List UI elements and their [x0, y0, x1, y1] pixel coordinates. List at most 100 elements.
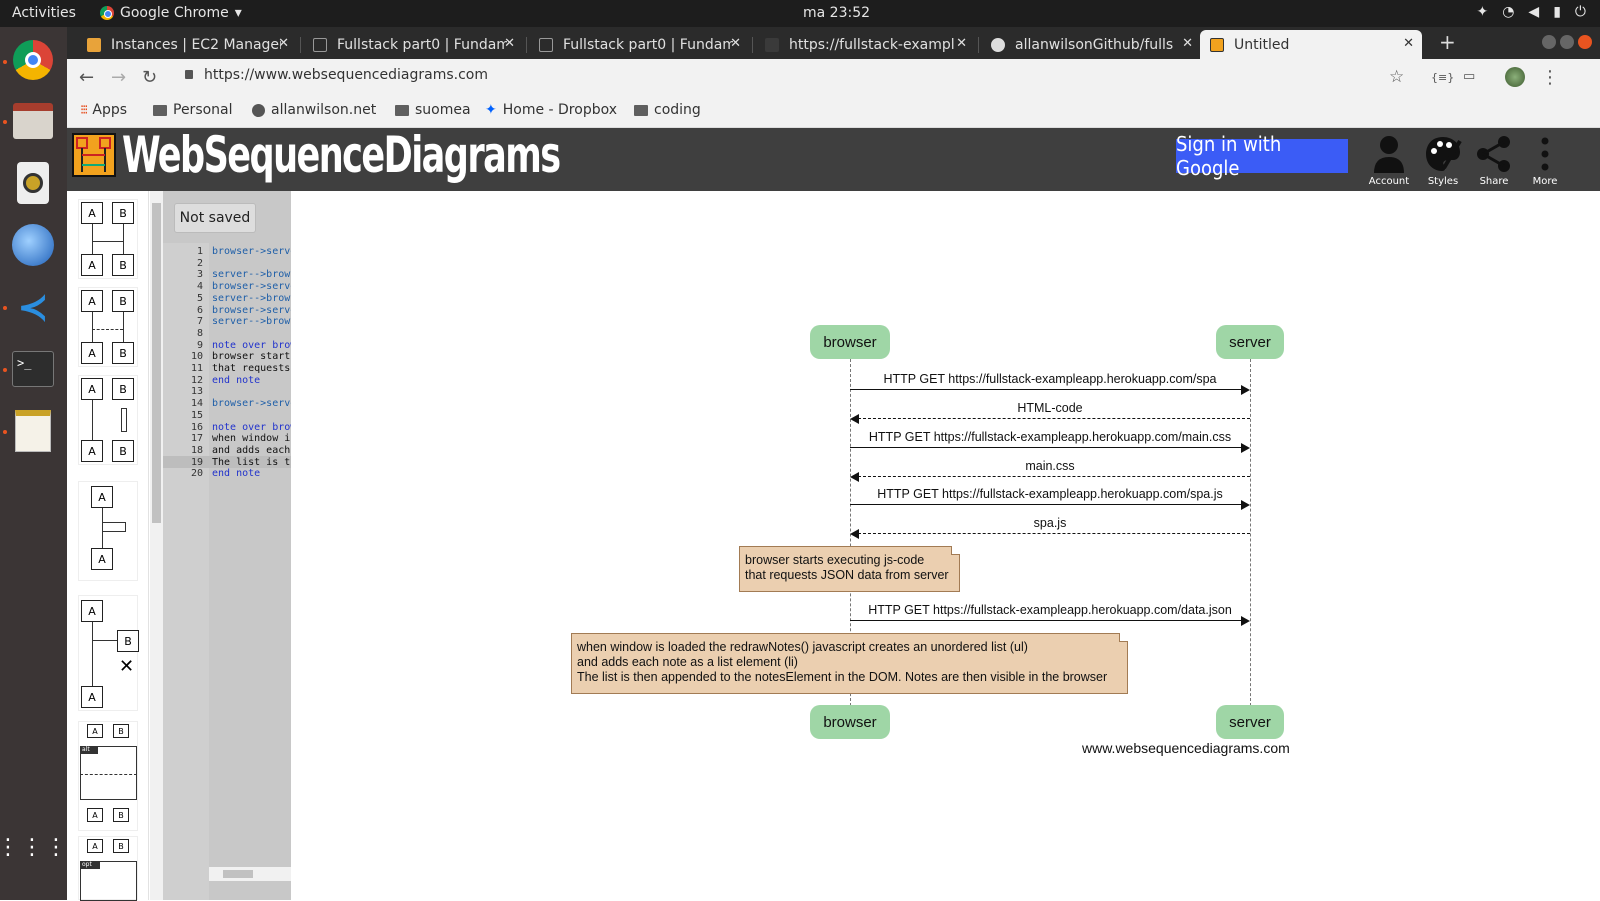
dock-chrome-icon[interactable]: [9, 36, 57, 84]
save-status-button[interactable]: Not saved: [174, 203, 256, 233]
menu-icon[interactable]: ⋮: [1541, 67, 1559, 88]
extension-json-icon[interactable]: {≡}: [1431, 71, 1454, 84]
bookmark-apps[interactable]: ⁝⁝⁝ Apps: [80, 102, 127, 118]
bookmark-star-icon[interactable]: ☆: [1389, 67, 1404, 87]
account-button[interactable]: Account: [1363, 132, 1415, 187]
activities-button[interactable]: Activities: [12, 5, 76, 21]
wifi-icon[interactable]: ◔: [1502, 4, 1514, 20]
sign-in-google-button[interactable]: Sign in with Google: [1176, 132, 1348, 180]
code-line[interactable]: note over brow: [212, 422, 291, 434]
code-line[interactable]: browser->serve: [212, 281, 291, 293]
message-label[interactable]: HTTP GET https://fullstack-exampleapp.he…: [850, 430, 1250, 444]
actor-server-top[interactable]: server: [1216, 325, 1284, 359]
system-tray[interactable]: ✦ ◔ ◀ ▮ ⏻: [1476, 4, 1586, 20]
bookmark-coding[interactable]: coding: [634, 102, 701, 118]
profile-avatar[interactable]: [1505, 67, 1525, 87]
tab-untitled[interactable]: Untitled ✕: [1200, 30, 1422, 59]
actor-browser-bottom[interactable]: browser: [810, 705, 890, 739]
clock[interactable]: ma 23:52: [803, 5, 870, 21]
volume-icon[interactable]: ◀: [1528, 4, 1539, 20]
code-line[interactable]: browser->serve: [212, 305, 291, 317]
reload-icon[interactable]: ↻: [142, 67, 157, 88]
code-line[interactable]: browser->serve: [212, 398, 291, 410]
dropbox-icon[interactable]: ✦: [1476, 4, 1488, 20]
code-line[interactable]: server-->brows: [212, 316, 291, 328]
code-line[interactable]: The list is th: [212, 457, 291, 469]
dock-texteditor-icon[interactable]: [9, 407, 57, 455]
lock-icon[interactable]: [185, 70, 193, 79]
close-icon[interactable]: ✕: [1182, 36, 1193, 51]
close-icon[interactable]: ✕: [956, 36, 967, 51]
template-activation[interactable]: AB AB: [78, 375, 138, 465]
actor-browser-top[interactable]: browser: [810, 325, 890, 359]
dock-terminal-icon[interactable]: >_: [9, 345, 57, 393]
more-button[interactable]: More: [1519, 132, 1571, 187]
note-js-execution[interactable]: browser starts executing js-code that re…: [739, 546, 960, 592]
code-line[interactable]: note over brow: [212, 340, 291, 352]
code-line[interactable]: browser starts: [212, 351, 291, 363]
wsd-icon: [1210, 37, 1224, 52]
close-icon[interactable]: ✕: [504, 36, 515, 51]
maximize-button[interactable]: [1560, 35, 1574, 49]
dock-files-icon[interactable]: [9, 97, 57, 145]
tab-fullstack-1[interactable]: Fullstack part0 | Fundam ✕: [303, 30, 523, 59]
template-alt[interactable]: AB alt AB: [78, 721, 138, 831]
code-line[interactable]: server-->brows: [212, 269, 291, 281]
scrollbar-thumb[interactable]: [223, 870, 253, 878]
message-label[interactable]: HTTP GET https://fullstack-exampleapp.he…: [850, 372, 1250, 386]
app-menu[interactable]: Google Chrome ▾: [100, 5, 242, 21]
dock-vscode-icon[interactable]: ≺: [9, 283, 57, 331]
tab-exampleapp[interactable]: https://fullstack-exampl ✕: [755, 30, 975, 59]
bookmark-personal[interactable]: Personal: [153, 102, 233, 118]
dock-thunderbird-icon[interactable]: [9, 221, 57, 269]
message-label[interactable]: HTML-code: [850, 401, 1250, 415]
message-label[interactable]: HTTP GET https://fullstack-exampleapp.he…: [850, 603, 1250, 617]
message-label[interactable]: spa.js: [850, 516, 1250, 530]
code-line[interactable]: server-->brows: [212, 293, 291, 305]
close-icon[interactable]: ✕: [1403, 36, 1414, 51]
close-icon[interactable]: ✕: [730, 36, 741, 51]
bookmark-dropbox[interactable]: ✦ Home - Dropbox: [485, 102, 617, 118]
tab-github[interactable]: allanwilsonGithub/fulls ✕: [981, 30, 1201, 59]
code-line[interactable]: that requests: [212, 363, 290, 375]
message-label[interactable]: HTTP GET https://fullstack-exampleapp.he…: [850, 487, 1250, 501]
power-icon[interactable]: ⏻: [1575, 4, 1586, 20]
url-field[interactable]: https://www.websequencediagrams.com: [204, 67, 488, 83]
close-window-button[interactable]: [1578, 35, 1592, 49]
battery-icon[interactable]: ▮: [1553, 4, 1561, 20]
code-editor[interactable]: Not saved 1 browser->serve 2 3 server-->brow…: [163, 191, 291, 900]
styles-button[interactable]: Styles: [1417, 132, 1469, 187]
bookmark-suomea[interactable]: suomea: [395, 102, 471, 118]
tab-fullstack-2[interactable]: Fullstack part0 | Fundam ✕: [529, 30, 749, 59]
show-apps-icon[interactable]: ⋮⋮⋮: [0, 823, 67, 871]
tab-ec2[interactable]: Instances | EC2 Manager ✕: [77, 30, 297, 59]
dock-rhythmbox-icon[interactable]: [9, 159, 57, 207]
back-icon[interactable]: ←: [79, 67, 94, 88]
palette-scrollbar[interactable]: [150, 191, 163, 900]
note-redraw-notes[interactable]: when window is loaded the redrawNotes() …: [571, 633, 1128, 694]
template-sync-message[interactable]: AB AB: [78, 199, 138, 279]
message-arrow-line: [850, 447, 1242, 448]
bookmark-allanwilson[interactable]: allanwilson.net: [252, 102, 376, 118]
scrollbar-thumb[interactable]: [152, 203, 161, 523]
share-button[interactable]: Share: [1468, 132, 1520, 187]
minimize-button[interactable]: [1542, 35, 1556, 49]
template-async-message[interactable]: AB AB: [78, 287, 138, 367]
forward-icon[interactable]: →: [111, 67, 126, 88]
folder-icon: [395, 104, 409, 116]
message-label[interactable]: main.css: [850, 459, 1250, 473]
template-create-destroy[interactable]: ABA ✕: [78, 595, 139, 711]
extension-camera-icon[interactable]: ▭: [1463, 69, 1475, 84]
template-opt[interactable]: AB opt: [78, 836, 138, 901]
actor-server-bottom[interactable]: server: [1216, 705, 1284, 739]
code-line[interactable]: end note: [212, 375, 260, 387]
editor-horizontal-scrollbar[interactable]: [209, 867, 291, 881]
code-line[interactable]: browser->serve: [212, 246, 291, 258]
logo-icon[interactable]: [72, 133, 116, 177]
new-tab-button[interactable]: +: [1439, 30, 1456, 54]
code-line[interactable]: when window is: [212, 433, 291, 445]
template-self-message[interactable]: AA: [78, 481, 138, 581]
code-line[interactable]: end note: [212, 468, 260, 480]
close-icon[interactable]: ✕: [278, 36, 289, 51]
site-logo-text[interactable]: WebSequenceDiagrams: [122, 126, 561, 184]
